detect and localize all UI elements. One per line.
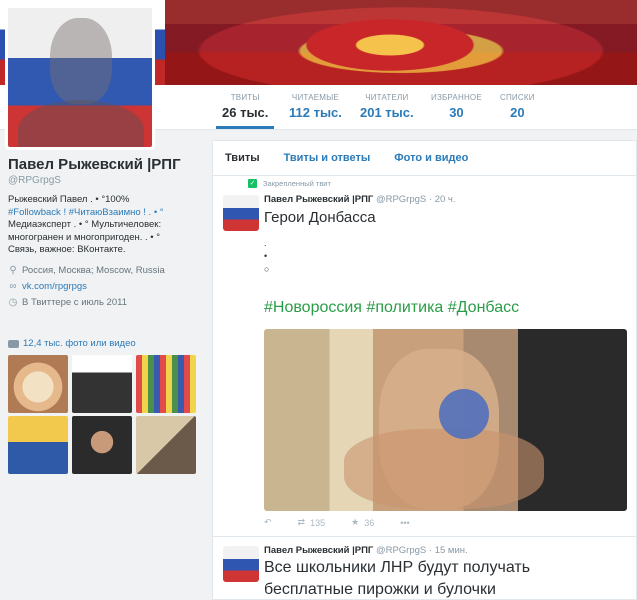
- url-link[interactable]: vk.com/rpgrpgs: [22, 281, 87, 292]
- retweet-button[interactable]: ⇄ 135: [298, 517, 326, 528]
- tweet-actions: ↶ ⇄ 135 ★ 36 •••: [264, 517, 410, 528]
- photo-thumb[interactable]: [72, 355, 132, 413]
- stat-label: СПИСКИ: [500, 93, 535, 102]
- tweet-text: бесплатные пирожки и булочки: [264, 581, 496, 598]
- tweet-author-handle[interactable]: @RPGrpgS: [376, 194, 426, 205]
- pinned-label: ✓ Закрепленный твит: [248, 179, 331, 188]
- bullet: ○: [264, 264, 270, 274]
- stat-value: 112 тыс.: [289, 105, 342, 120]
- stat-label: ИЗБРАННОЕ: [431, 93, 482, 102]
- tweet-bullets: . • ○: [264, 237, 269, 276]
- profile-url[interactable]: ∞ vk.com/rpgrpgs: [8, 281, 203, 292]
- avatar-shoulders: [18, 100, 144, 147]
- stat-value: 201 тыс.: [360, 105, 414, 120]
- profile-name[interactable]: Павел Рыжевский |РПГ: [8, 156, 203, 173]
- retweet-icon: ⇄: [297, 517, 306, 527]
- stat-label: ТВИТЫ: [230, 93, 260, 102]
- photo-thumb[interactable]: [8, 416, 68, 474]
- stat-favorites[interactable]: ИЗБРАННОЕ 30: [431, 93, 482, 120]
- photo-figure: [344, 429, 544, 509]
- photo-thumb[interactable]: [8, 355, 68, 413]
- tweet-dot: ·: [428, 194, 433, 205]
- map-pin-icon: ⚲: [9, 264, 17, 276]
- photo-thumb[interactable]: [136, 416, 196, 474]
- tweet-author-handle[interactable]: @RPGrpgS: [376, 545, 426, 556]
- favorite-button[interactable]: ★ 36: [351, 517, 374, 528]
- pin-icon: ✓: [248, 179, 257, 188]
- tab-media[interactable]: Фото и видео: [394, 152, 468, 164]
- bio-line: многогранен и многопригоден. . • °: [8, 231, 161, 243]
- bio-hashtags[interactable]: #Followback ! #ЧитаюВзаимно ! . • °: [8, 207, 203, 220]
- profile-meta: ⚲ Россия, Москва; Moscow, Russia ∞ vk.co…: [8, 265, 203, 308]
- tab-tweets-replies[interactable]: Твиты и ответы: [284, 152, 371, 164]
- location-text: Россия, Москва; Moscow, Russia: [22, 264, 165, 276]
- avatar-face: [50, 18, 112, 104]
- photos-header[interactable]: 12,4 тыс. фото или видео: [8, 338, 136, 349]
- profile-bio: Рыжевский Павел . • °100% #Followback ! …: [8, 194, 203, 257]
- tweet-hashtags[interactable]: #Новороссия #политика #Донбасс: [264, 299, 519, 317]
- tweet-time[interactable]: 15 мин.: [435, 545, 468, 556]
- photos-label[interactable]: 12,4 тыс. фото или видео: [23, 338, 136, 349]
- bio-line: Медиаэксперт . • ° Мультичеловек:: [8, 219, 162, 230]
- tweet-author-name[interactable]: Павел Рыжевский |РПГ: [264, 545, 373, 556]
- photo-thumb[interactable]: [72, 416, 132, 474]
- profile-handle[interactable]: @RPGrpgS: [8, 175, 203, 186]
- bullet: •: [264, 251, 268, 261]
- favorite-count: 36: [364, 517, 375, 528]
- timeline-tabs: Твиты Твиты и ответы Фото и видео: [213, 141, 636, 176]
- stat-following[interactable]: ЧИТАЕМЫЕ 112 тыс.: [289, 93, 342, 120]
- tweet-header: Павел Рыжевский |РПГ @RPGrpgS · 20 ч.: [264, 194, 456, 205]
- tweet-dot: ·: [428, 545, 433, 556]
- photo-figure: [439, 389, 489, 439]
- stat-value: 26 тыс.: [222, 105, 269, 120]
- star-icon: ★: [351, 517, 360, 527]
- stat-lists[interactable]: СПИСКИ 20: [500, 93, 535, 120]
- stat-followers[interactable]: ЧИТАТЕЛИ 201 тыс.: [360, 93, 414, 120]
- tab-tweets[interactable]: Твиты: [225, 152, 260, 164]
- profile-location: ⚲ Россия, Москва; Moscow, Russia: [8, 265, 203, 276]
- tweet-time[interactable]: 20 ч.: [435, 194, 456, 205]
- timeline: Твиты Твиты и ответы Фото и видео ✓ Закр…: [212, 140, 637, 600]
- avatar: [8, 8, 152, 147]
- tweet-divider: [213, 536, 637, 537]
- bullet: .: [264, 238, 267, 248]
- tweet-text: Все школьники ЛНР будут получать: [264, 559, 531, 576]
- photo-thumb[interactable]: [136, 355, 196, 413]
- stat-value: 20: [510, 105, 525, 120]
- banner-emblem: [260, 5, 520, 85]
- reply-icon[interactable]: ↶: [264, 517, 272, 528]
- calendar-icon: ◷: [8, 296, 18, 308]
- bio-line: Связь, важное: ВКонтакте.: [8, 244, 126, 255]
- tweet-header: Павел Рыжевский |РПГ @RPGrpgS · 15 мин.: [264, 545, 468, 556]
- photo-grid: [8, 355, 198, 474]
- tweet-text: Герои Донбасса: [264, 209, 376, 226]
- tweet-avatar[interactable]: [223, 195, 259, 231]
- profile-joined: ◷ В Твиттере с июль 2011: [8, 297, 203, 308]
- tweet-avatar[interactable]: [223, 546, 259, 582]
- tweet-photo[interactable]: [264, 329, 627, 511]
- pinned-text: Закрепленный твит: [263, 179, 331, 188]
- camera-icon: [8, 339, 19, 348]
- bio-line: Рыжевский Павел . • °100%: [8, 194, 130, 205]
- more-icon[interactable]: •••: [400, 518, 409, 528]
- stat-value: 30: [449, 105, 464, 120]
- profile-card: Павел Рыжевский |РПГ @RPGrpgS Рыжевский …: [8, 156, 203, 313]
- link-icon: ∞: [9, 280, 17, 292]
- stat-label: ЧИТАТЕЛИ: [365, 93, 409, 102]
- stat-tweets[interactable]: ТВИТЫ 26 тыс.: [215, 93, 275, 129]
- joined-text: В Твиттере с июль 2011: [22, 296, 127, 308]
- stat-label: ЧИТАЕМЫЕ: [291, 93, 339, 102]
- profile-avatar[interactable]: [5, 5, 155, 150]
- retweet-count: 135: [310, 517, 326, 528]
- tweet-author-name[interactable]: Павел Рыжевский |РПГ: [264, 194, 373, 205]
